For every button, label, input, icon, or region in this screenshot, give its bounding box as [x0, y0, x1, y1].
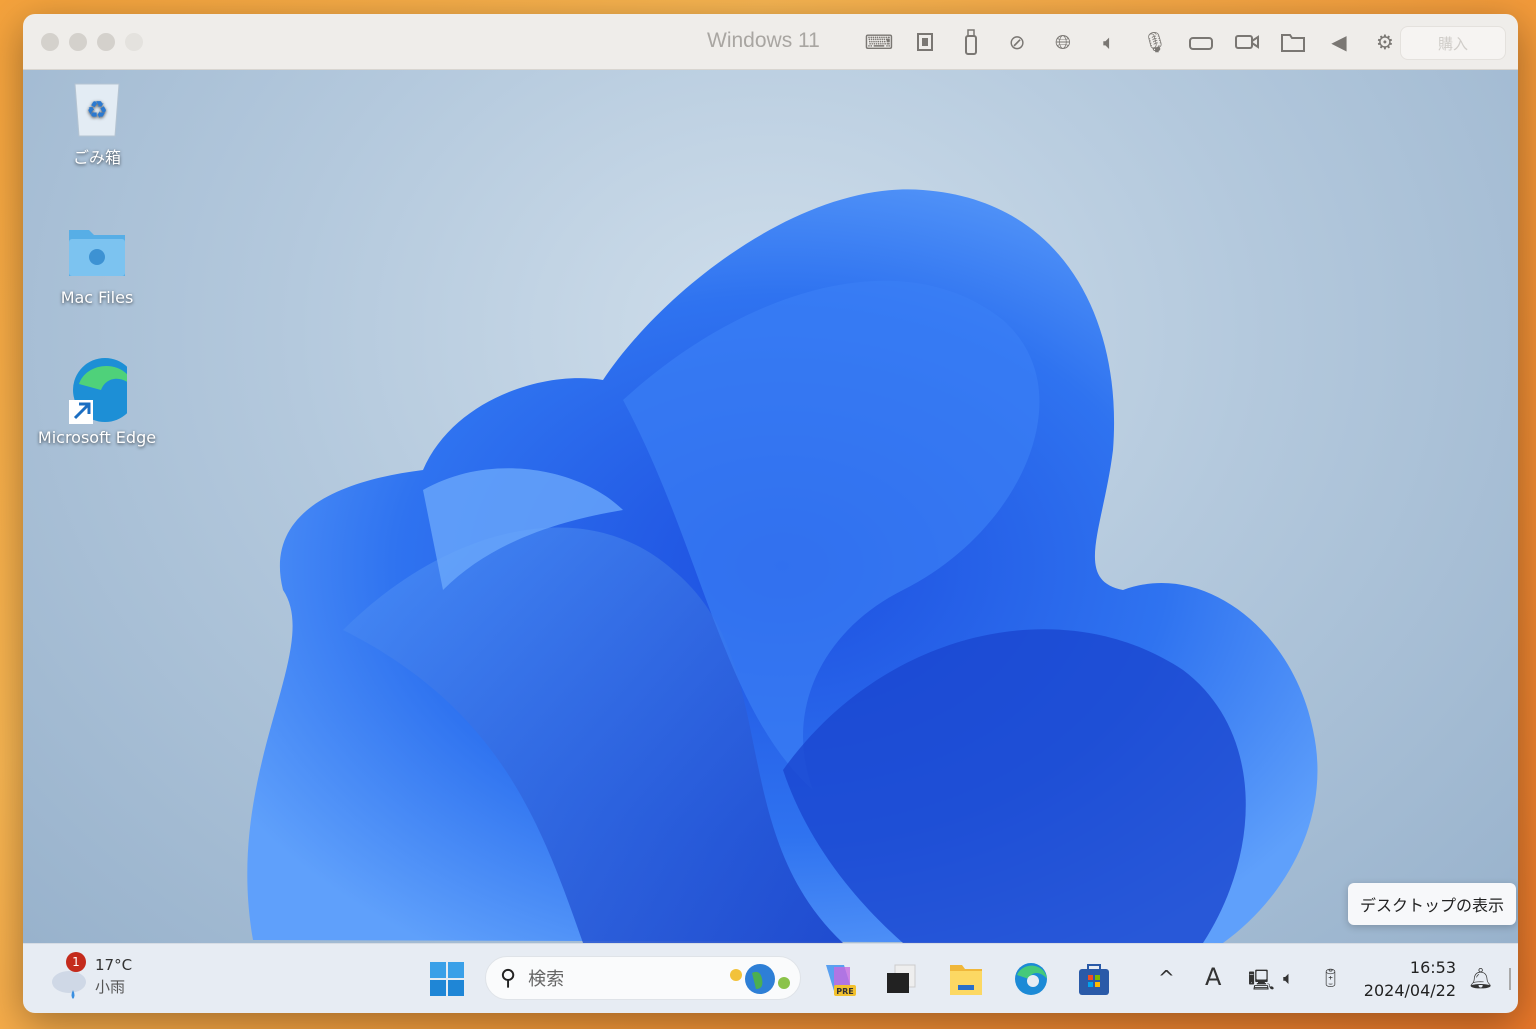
- volume-icon[interactable]: 🔈︎: [1283, 968, 1294, 989]
- shared-folder-icon[interactable]: [1279, 28, 1307, 56]
- keyboard-icon[interactable]: ⌨: [865, 28, 894, 56]
- fullscreen-button[interactable]: [125, 32, 143, 51]
- clock-date: 2024/04/22: [1363, 981, 1456, 1000]
- clock[interactable]: 16:53 2024/04/22: [1364, 956, 1456, 1002]
- desktop-icon-label: Microsoft Edge: [37, 428, 157, 447]
- bloom-wallpaper: [247, 189, 1318, 943]
- usb-icon[interactable]: [957, 28, 985, 56]
- minimize-button[interactable]: [69, 32, 87, 51]
- desktop-icon-mac-files[interactable]: Mac Files: [27, 222, 167, 307]
- cpu-icon[interactable]: [911, 28, 939, 56]
- window-title: Windows 11: [707, 29, 820, 52]
- task-view-icon: [887, 964, 916, 993]
- copilot-button[interactable]: PRE: [820, 961, 856, 997]
- copilot-badge: PRE: [836, 987, 854, 996]
- show-desktop-button[interactable]: [1509, 968, 1511, 990]
- clock-time: 16:53: [1409, 958, 1456, 977]
- desktop-icon-recycle-bin[interactable]: ♻ ごみ箱: [27, 78, 167, 168]
- speaker-icon[interactable]: 🔈︎: [1095, 28, 1123, 56]
- store-button[interactable]: [1076, 961, 1112, 997]
- back-arrow-icon[interactable]: ◀: [1325, 28, 1353, 56]
- camera-icon[interactable]: [1233, 28, 1261, 56]
- edge-button[interactable]: [1013, 961, 1049, 997]
- buy-button[interactable]: 購入: [1400, 26, 1506, 60]
- search-icon: ⚲: [500, 965, 517, 991]
- ime-indicator[interactable]: A: [1205, 963, 1221, 991]
- taskbar: 1 17°C 小雨 ⚲ 検索 PRE ^ A 🖳 🔈︎ 🔋︎ 16:53 202…: [23, 943, 1518, 1013]
- microphone-icon[interactable]: 🎙︎: [1141, 28, 1169, 56]
- file-explorer-button[interactable]: [948, 961, 984, 997]
- disk-icon[interactable]: [1187, 28, 1215, 56]
- globe-icon[interactable]: 🌐︎: [1049, 28, 1077, 56]
- network-off-icon[interactable]: ⊘: [1003, 28, 1031, 56]
- search-box[interactable]: ⚲ 検索: [485, 956, 801, 1000]
- desktop-icon-label: Mac Files: [60, 288, 134, 307]
- weather-temp: 17°C: [95, 956, 133, 974]
- weather-condition: 小雨: [95, 978, 126, 996]
- edge-icon: [67, 358, 127, 424]
- recycle-bin-icon: ♻: [67, 78, 127, 138]
- notification-bell-icon[interactable]: 🔔︎: [1468, 966, 1493, 990]
- title-bar: Windows 11 ⌨ ⊘ 🌐︎ 🔈︎ 🎙︎ ◀ ⚙ 購入: [23, 14, 1518, 70]
- weather-badge: 1: [66, 952, 86, 972]
- edge-icon: [1015, 963, 1047, 995]
- search-placeholder: 検索: [528, 969, 565, 990]
- task-view-button[interactable]: [883, 961, 919, 997]
- vm-window: Windows 11 ⌨ ⊘ 🌐︎ 🔈︎ 🎙︎ ◀ ⚙ 購入 ♻ ごみ箱 Mac…: [23, 14, 1518, 1013]
- desktop-icon-microsoft-edge[interactable]: Microsoft Edge: [27, 358, 167, 447]
- show-desktop-tooltip: デスクトップの表示: [1347, 883, 1516, 925]
- windows-logo-icon: [430, 962, 464, 996]
- desktop: ♻ ごみ箱 Mac Files Microsoft Edge デスクトップの表示: [23, 70, 1518, 943]
- network-icon[interactable]: 🖳: [1248, 966, 1275, 1000]
- search-highlight-globe-icon: [730, 964, 790, 994]
- start-button[interactable]: [430, 962, 464, 1000]
- gear-icon[interactable]: ⚙: [1371, 28, 1399, 56]
- folder-icon: [950, 965, 982, 995]
- battery-icon[interactable]: 🔋︎: [1319, 968, 1342, 989]
- store-icon: [1079, 964, 1109, 995]
- desktop-icon-label: ごみ箱: [72, 148, 121, 167]
- close-button[interactable]: [41, 32, 59, 51]
- chevron-up-icon[interactable]: ^: [1158, 966, 1175, 990]
- folder-icon: [67, 222, 127, 282]
- zoom-button[interactable]: [97, 32, 115, 51]
- svg-text:♻: ♻: [86, 96, 108, 124]
- copilot-icon: PRE: [826, 965, 856, 996]
- weather-widget[interactable]: 1 17°C 小雨: [49, 952, 133, 999]
